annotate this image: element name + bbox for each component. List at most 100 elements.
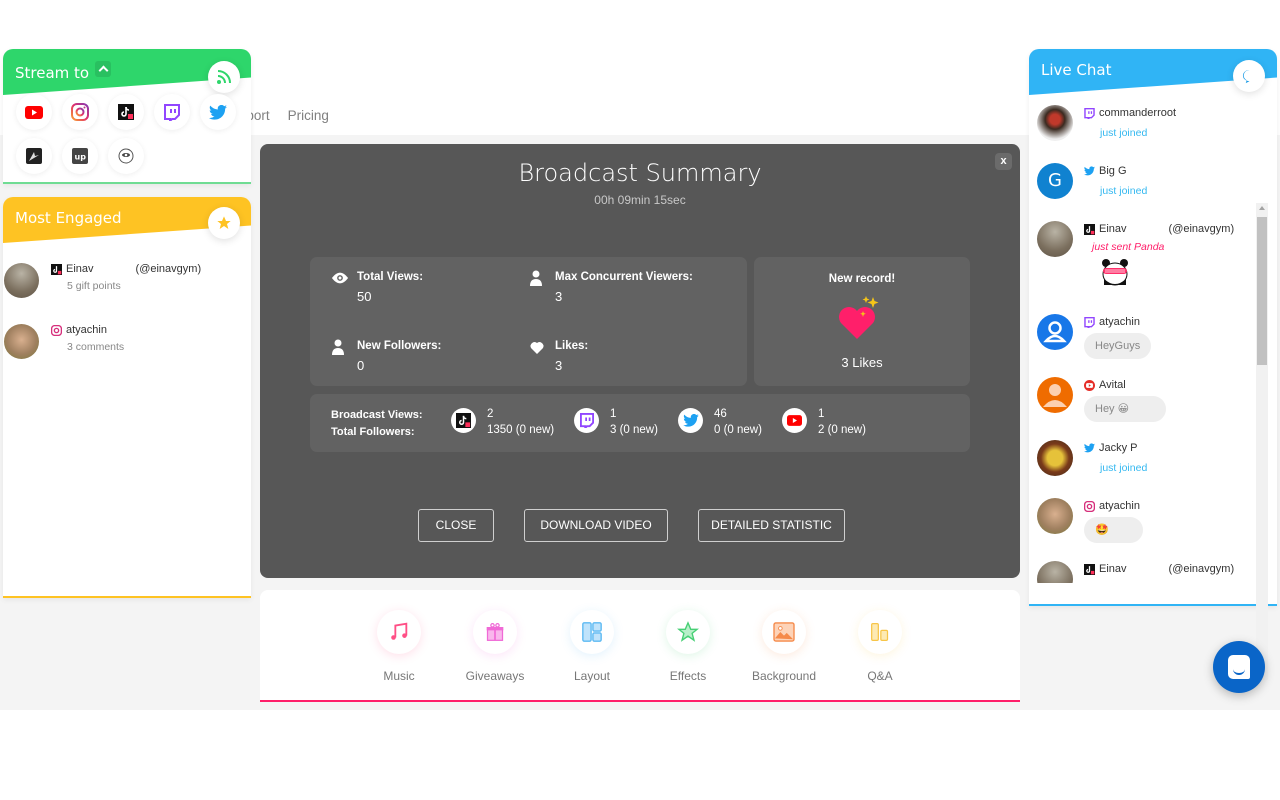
messenger-chat-launcher[interactable] bbox=[1213, 641, 1265, 693]
stream-to-title-text: Stream to bbox=[15, 64, 90, 82]
chat-message: Avital Hey 😀 bbox=[1037, 377, 1166, 422]
chat-message: atyachin 🤩 bbox=[1037, 498, 1143, 543]
periscope-platform-button[interactable] bbox=[16, 138, 52, 174]
engaged-detail: 3 comments bbox=[67, 341, 125, 353]
chat-event-text: just joined bbox=[1100, 127, 1148, 139]
chat-panel-underline bbox=[1029, 604, 1277, 606]
chat-username: commanderroot bbox=[1099, 107, 1177, 119]
chat-event-text: just joined bbox=[1100, 185, 1148, 197]
chat-message-bubble: HeyGuys bbox=[1084, 333, 1152, 359]
tool-giveaways[interactable]: Giveaways bbox=[447, 610, 543, 683]
twitter-platform-button[interactable] bbox=[200, 94, 236, 130]
youtube-platform-button[interactable] bbox=[16, 94, 52, 130]
tool-layout[interactable]: Layout bbox=[544, 610, 640, 683]
breakdown-twitch: 1 3 (0 new) bbox=[574, 408, 658, 438]
tool-background[interactable]: Background bbox=[736, 610, 832, 683]
avatar bbox=[1037, 314, 1073, 350]
sparkling-heart-icon bbox=[836, 295, 886, 346]
live-chat-panel: Live Chat commanderroot just joined G Bi… bbox=[1029, 49, 1277, 606]
avatar bbox=[1037, 105, 1073, 141]
periscope-icon bbox=[26, 148, 42, 164]
avatar bbox=[1037, 221, 1073, 257]
twitter-icon bbox=[1084, 443, 1095, 453]
breakdown-labels: Broadcast Views: Total Followers: bbox=[331, 407, 423, 441]
broadcast-views-label: Broadcast Views: bbox=[331, 409, 423, 421]
stream-to-panel: Stream to up bbox=[3, 49, 251, 184]
chevron-up-icon[interactable] bbox=[95, 61, 112, 77]
custom-rtmp-platform-button[interactable] bbox=[108, 138, 144, 174]
chat-message: Einav (@einavgym) bbox=[1037, 561, 1234, 583]
breakdown-followers: 0 (0 new) bbox=[714, 424, 762, 436]
gift-icon bbox=[486, 623, 504, 641]
new-record-title: New record! bbox=[828, 273, 896, 285]
twitch-icon bbox=[1084, 316, 1095, 328]
most-engaged-panel: Most Engaged Einav (@einavgym) 5 gift po… bbox=[3, 197, 251, 598]
breakdown-views: 1 bbox=[610, 408, 617, 420]
instagram-icon bbox=[51, 324, 62, 336]
chat-username: Einav bbox=[1099, 563, 1127, 575]
stat-value: 50 bbox=[357, 289, 372, 304]
close-button[interactable]: CLOSE bbox=[418, 509, 494, 542]
tool-label: Q&A bbox=[867, 669, 893, 683]
broadcast-duration: 00h 09min 15sec bbox=[594, 193, 686, 207]
star-effects-icon bbox=[677, 621, 699, 642]
tool-music[interactable]: Music bbox=[351, 610, 447, 683]
chat-username: Jacky P bbox=[1099, 442, 1138, 454]
engaged-item[interactable]: Einav (@einavgym) 5 gift points bbox=[4, 263, 201, 298]
engaged-detail: 5 gift points bbox=[67, 280, 121, 292]
breakdown-twitter: 46 0 (0 new) bbox=[678, 408, 762, 438]
chat-gift-text: just sent Panda bbox=[1092, 241, 1165, 253]
breakdown-followers: 1350 (0 new) bbox=[487, 424, 555, 436]
engaged-item[interactable]: atyachin 3 comments bbox=[4, 324, 124, 359]
detailed-statistic-button[interactable]: DETAILED STATISTIC bbox=[698, 509, 845, 542]
modal-title: Broadcast Summary bbox=[518, 159, 762, 187]
star-icon bbox=[208, 207, 240, 239]
chat-bubble-icon bbox=[1233, 60, 1265, 92]
svg-text:up: up bbox=[75, 153, 87, 162]
engaged-panel-underline bbox=[3, 596, 251, 598]
avatar bbox=[1037, 498, 1073, 534]
tool-qa[interactable]: Q&A bbox=[832, 610, 928, 683]
tool-effects[interactable]: Effects bbox=[640, 610, 736, 683]
chat-message-list[interactable]: commanderroot just joined G Big G just j… bbox=[1029, 105, 1255, 583]
default-user-icon bbox=[1043, 321, 1067, 343]
twitter-icon bbox=[209, 104, 227, 120]
chat-username: atyachin bbox=[1099, 500, 1140, 512]
stat-value: 0 bbox=[357, 358, 365, 373]
default-user-icon bbox=[1043, 384, 1067, 407]
chat-username: Big G bbox=[1099, 165, 1127, 177]
download-video-button[interactable]: DOWNLOAD VIDEO bbox=[524, 509, 668, 542]
nav-link-pricing[interactable]: Pricing bbox=[288, 108, 329, 123]
new-record-value: 3 Likes bbox=[841, 355, 883, 370]
breakdown-views: 46 bbox=[714, 408, 727, 420]
chat-scrollbar-thumb[interactable] bbox=[1257, 217, 1267, 365]
tiktok-icon bbox=[456, 413, 471, 428]
chat-scrollbar[interactable] bbox=[1256, 203, 1268, 680]
heart-icon bbox=[530, 342, 544, 354]
tiktok-platform-button[interactable] bbox=[108, 94, 144, 130]
qa-icon bbox=[871, 623, 889, 641]
youtube-icon bbox=[25, 105, 43, 119]
twitch-icon bbox=[164, 103, 180, 121]
breakdown-followers: 2 (0 new) bbox=[818, 424, 866, 436]
chat-username: atyachin bbox=[1099, 316, 1140, 328]
chat-message: Jacky P just joined bbox=[1037, 440, 1147, 476]
twitch-platform-button[interactable] bbox=[154, 94, 190, 130]
stream-panel-underline bbox=[3, 182, 251, 184]
stream-to-title[interactable]: Stream to bbox=[15, 61, 112, 82]
tiktok-icon bbox=[1084, 223, 1095, 235]
twitch-icon bbox=[579, 413, 594, 428]
chat-username: Avital bbox=[1099, 379, 1126, 391]
music-note-icon bbox=[391, 622, 408, 640]
stat-label: Max Concurrent Viewers: bbox=[555, 271, 693, 283]
uplive-platform-button[interactable]: up bbox=[62, 138, 98, 174]
layout-icon bbox=[582, 622, 602, 642]
stat-value: 3 bbox=[555, 289, 563, 304]
tiktok-icon bbox=[51, 263, 62, 275]
chat-username: Einav bbox=[1099, 223, 1127, 235]
avatar bbox=[4, 263, 39, 298]
twitter-icon bbox=[682, 414, 699, 427]
stat-label: New Followers: bbox=[357, 340, 442, 352]
scroll-up-arrow-icon[interactable] bbox=[1259, 206, 1265, 210]
instagram-platform-button[interactable] bbox=[62, 94, 98, 130]
